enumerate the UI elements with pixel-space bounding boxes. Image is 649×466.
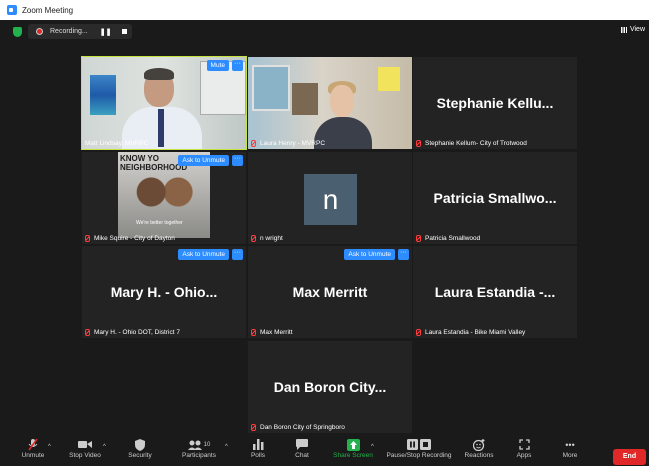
pause-stop-recording-button[interactable]: Pause/Stop Recording [384, 437, 454, 466]
tile-more-button[interactable]: ··· [232, 155, 243, 166]
video-tile-laura-estandia[interactable]: Laura Estandia -... Laura Estandia - Bik… [413, 246, 577, 338]
video-tile-mary-h[interactable]: Ask to Unmute ··· Mary H. - Ohio... Mary… [82, 246, 246, 338]
participant-name: Dan Boron City of Springboro [251, 424, 345, 431]
reactions-button[interactable]: Reactions [462, 437, 496, 466]
video-options-chevron-icon[interactable]: ^ [103, 444, 106, 450]
share-options-chevron-icon[interactable]: ^ [371, 444, 374, 450]
video-tile-max-merritt[interactable]: Ask to Unmute ··· Max Merritt Max Merrit… [248, 246, 412, 338]
participants-count: 10 [203, 441, 211, 448]
tile-more-button[interactable]: ··· [232, 60, 243, 71]
title-bar: Zoom Meeting [0, 0, 649, 20]
recording-stop-button[interactable] [122, 29, 128, 34]
more-button[interactable]: ••• More [556, 437, 584, 466]
share-screen-label: Share Screen [333, 452, 373, 459]
muted-mic-icon [251, 424, 256, 431]
video-tile-stephanie-kellum[interactable]: Stephanie Kellu... Stephanie Kellum- Cit… [413, 57, 577, 149]
view-button[interactable]: View [620, 26, 645, 33]
video-tile-matt-lindsay[interactable]: Mute ··· Matt Lindsay, MVRPC [81, 56, 247, 150]
participant-name: Stephanie Kellum- City of Trotwood [416, 140, 527, 147]
video-camera-icon [78, 441, 92, 448]
participant-name: Mary H. - Ohio DOT, District 7 [85, 329, 180, 336]
reactions-label: Reactions [464, 452, 494, 459]
participants-icon [187, 440, 202, 450]
audio-options-chevron-icon[interactable]: ^ [48, 444, 51, 450]
apps-button[interactable]: Apps [510, 437, 538, 466]
muted-mic-icon [85, 329, 90, 336]
muted-mic-icon [416, 235, 421, 242]
polls-button[interactable]: Polls [244, 437, 272, 466]
share-screen-arrow-icon [346, 438, 360, 451]
stop-video-label: Stop Video [69, 452, 101, 459]
participant-display-name: Patricia Smallwo... [433, 190, 557, 206]
tile-more-button[interactable]: ··· [232, 249, 243, 260]
muted-mic-icon [251, 329, 256, 336]
security-label: Security [128, 452, 152, 459]
participant-display-name: Dan Boron City... [273, 379, 387, 395]
video-tile-laura-henry[interactable]: Laura Henry - MVRPC [248, 57, 412, 149]
participant-display-name: Max Merritt [292, 284, 368, 300]
recording-indicator: Recording... ❚❚ [28, 24, 132, 39]
pause-stop-icon [407, 439, 431, 450]
muted-mic-icon [251, 140, 256, 147]
more-label: More [562, 452, 578, 459]
participant-name: n wright [251, 235, 283, 242]
ask-to-unmute-button[interactable]: Ask to Unmute [178, 249, 229, 260]
apps-icon [518, 439, 530, 450]
video-tile-patricia-smallwood[interactable]: Patricia Smallwo... Patricia Smallwood [413, 152, 577, 244]
reactions-smiley-icon [473, 438, 485, 451]
video-tile-mike-squire[interactable]: KNOW YO NEIGHBORHOOD We're better togeth… [82, 152, 246, 244]
apps-label: Apps [516, 452, 532, 459]
unmute-label: Unmute [21, 452, 45, 459]
recording-label: Recording... [50, 28, 88, 35]
unmute-button[interactable]: Unmute [14, 437, 52, 466]
end-meeting-button[interactable]: End [613, 449, 646, 465]
muted-mic-icon [28, 438, 38, 451]
participant-display-name: Laura Estandia -... [434, 284, 556, 300]
pause-stop-recording-label: Pause/Stop Recording [386, 452, 452, 459]
video-tile-n-wright[interactable]: n n wright [248, 152, 412, 244]
more-dots-icon: ••• [565, 439, 575, 450]
recording-dot-icon [36, 28, 43, 35]
zoom-window: Zoom Meeting Recording... ❚❚ View Mute ·… [0, 0, 649, 466]
participant-display-name: Stephanie Kellu... [436, 95, 554, 111]
ask-to-unmute-button[interactable]: Ask to Unmute [344, 249, 395, 260]
ask-to-unmute-button[interactable]: Ask to Unmute [178, 155, 229, 166]
stop-video-button[interactable]: Stop Video [62, 437, 108, 466]
window-title: Zoom Meeting [22, 5, 74, 15]
grid-view-icon [620, 26, 627, 33]
participant-name: Laura Henry - MVRPC [251, 140, 325, 147]
meeting-toolbar: Unmute ^ Stop Video ^ Security 10 Partic… [0, 437, 649, 466]
view-label: View [629, 26, 645, 33]
muted-mic-icon [416, 329, 421, 336]
security-shield-icon[interactable] [13, 27, 22, 37]
chat-bubble-icon [296, 439, 308, 450]
tile-more-button[interactable]: ··· [398, 249, 409, 260]
muted-mic-icon [416, 140, 421, 147]
share-screen-button[interactable]: Share Screen [330, 437, 376, 466]
initial-avatar: n [304, 174, 357, 225]
chat-button[interactable]: Chat [288, 437, 316, 466]
zoom-logo-icon [7, 5, 17, 15]
recording-pause-button[interactable]: ❚❚ [100, 28, 112, 36]
participant-display-name: Mary H. - Ohio... [110, 284, 218, 300]
mute-participant-button[interactable]: Mute [206, 60, 229, 71]
participants-label: Participants [182, 452, 216, 459]
polls-label: Polls [250, 452, 266, 459]
chat-label: Chat [295, 452, 309, 459]
video-tile-dan-boron[interactable]: Dan Boron City... Dan Boron City of Spri… [248, 341, 412, 433]
security-shield-icon [135, 438, 145, 451]
participant-name: Matt Lindsay, MVRPC [85, 140, 149, 147]
participant-name: Mike Squire - City of Dayton [85, 235, 175, 242]
participants-button[interactable]: 10 Participants [176, 437, 222, 466]
participant-name: Max Merritt [251, 329, 293, 336]
security-button[interactable]: Security [120, 437, 160, 466]
polls-bar-chart-icon [252, 439, 263, 450]
participants-options-chevron-icon[interactable]: ^ [225, 444, 228, 450]
participant-name: Patricia Smallwood [416, 235, 480, 242]
muted-mic-icon [85, 235, 90, 242]
participant-name: Laura Estandia - Bike Miami Valley [416, 329, 525, 336]
participant-video [248, 57, 412, 149]
muted-mic-icon [251, 235, 256, 242]
